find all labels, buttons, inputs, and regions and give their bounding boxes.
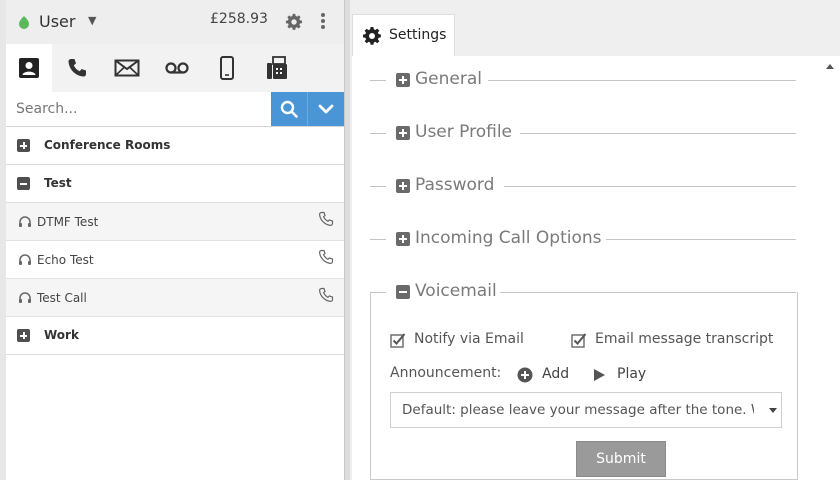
gear-icon <box>363 27 381 45</box>
settings-content: General User Profile Password Incoming C… <box>352 56 820 480</box>
checkbox-checked-icon[interactable] <box>390 332 406 348</box>
headset-icon <box>19 292 31 303</box>
email-transcript-option[interactable]: Email message transcript <box>571 330 781 350</box>
add-label: Add <box>542 366 570 382</box>
more-menu-icon[interactable] <box>319 11 327 31</box>
section-label: Incoming Call Options <box>415 228 602 248</box>
contact-list: Conference Rooms Test DTMF Test Echo Tes… <box>6 127 344 355</box>
collapse-icon[interactable] <box>17 177 30 190</box>
search-icon <box>280 100 298 118</box>
status-online-icon[interactable] <box>17 15 31 29</box>
caret-down-icon <box>769 408 777 413</box>
contact-name: DTMF Test <box>37 215 99 229</box>
play-announcement-button[interactable]: Play <box>594 366 654 386</box>
user-name[interactable]: User <box>39 12 75 31</box>
headset-icon <box>19 216 31 227</box>
checkbox-checked-icon[interactable] <box>571 332 587 348</box>
add-circle-icon <box>517 367 533 383</box>
group-label: Conference Rooms <box>44 138 171 152</box>
phone-icon <box>68 59 86 77</box>
chevron-down-icon <box>318 104 334 114</box>
add-announcement-button[interactable]: Add <box>517 366 577 386</box>
divider <box>488 80 796 81</box>
tab-label: Settings <box>389 27 447 43</box>
divider <box>370 80 386 81</box>
search-options-button[interactable] <box>307 92 344 126</box>
mobile-icon <box>220 56 234 80</box>
section-incoming-call-options[interactable]: Incoming Call Options <box>370 227 798 251</box>
divider <box>606 239 796 240</box>
scroll-up-icon[interactable] <box>826 64 834 69</box>
checkbox-label: Notify via Email <box>414 331 524 347</box>
tab-fax[interactable] <box>254 44 300 92</box>
contact-type-tabs <box>6 44 344 92</box>
announcement-label: Announcement: <box>390 365 502 381</box>
contact-name: Test Call <box>37 291 87 305</box>
tab-messages[interactable] <box>104 44 150 92</box>
app-window: User ▼ £258.93 Search... Conference Room… <box>0 0 840 480</box>
divider <box>370 133 386 134</box>
divider <box>520 133 796 134</box>
group-label: Work <box>44 328 79 342</box>
headset-icon <box>19 254 31 265</box>
section-general[interactable]: General <box>370 68 798 92</box>
group-test[interactable]: Test <box>6 165 344 203</box>
search-button[interactable] <box>271 92 307 126</box>
divider <box>370 186 386 187</box>
divider <box>370 239 386 240</box>
play-label: Play <box>617 366 647 382</box>
group-label: Test <box>44 176 72 190</box>
contact-name: Echo Test <box>37 253 94 267</box>
expand-icon[interactable] <box>17 139 30 152</box>
contact-row-test-call[interactable]: Test Call <box>6 279 344 317</box>
submit-button[interactable]: Submit <box>576 441 666 477</box>
tab-settings[interactable]: Settings <box>352 14 455 56</box>
account-balance: £258.93 <box>210 11 268 27</box>
section-label: Password <box>415 175 495 195</box>
scrollbar[interactable] <box>820 56 840 480</box>
contacts-panel: User ▼ £258.93 Search... Conference Room… <box>0 0 346 480</box>
settings-panel: Settings General User Profile Password I… <box>350 0 840 480</box>
play-icon <box>594 369 605 381</box>
tab-mobile[interactable] <box>204 44 250 92</box>
expand-icon[interactable] <box>17 329 30 342</box>
call-icon[interactable] <box>318 211 334 227</box>
expand-icon[interactable] <box>396 232 410 246</box>
section-label: User Profile <box>415 122 513 142</box>
fax-icon <box>267 56 287 79</box>
announcement-select[interactable]: Default: please leave your message after… <box>390 392 782 428</box>
contact-row-dtmf-test[interactable]: DTMF Test <box>6 203 344 241</box>
notify-email-option[interactable]: Notify via Email <box>390 330 540 350</box>
expand-icon[interactable] <box>396 126 410 140</box>
contact-search <box>6 92 344 127</box>
section-label: General <box>415 69 482 89</box>
expand-icon[interactable] <box>396 73 410 87</box>
announcement-selected-value: Default: please leave your message after… <box>402 402 754 418</box>
search-input[interactable] <box>6 92 271 126</box>
user-bar: User ▼ £258.93 <box>6 0 344 44</box>
section-password[interactable]: Password <box>370 174 798 198</box>
divider <box>504 186 796 187</box>
group-conference-rooms[interactable]: Conference Rooms <box>6 127 344 165</box>
mail-icon <box>114 59 140 77</box>
tab-calls[interactable] <box>54 44 100 92</box>
tab-contacts[interactable] <box>6 44 52 92</box>
expand-icon[interactable] <box>396 179 410 193</box>
chevron-down-icon[interactable]: ▼ <box>88 14 96 27</box>
gear-icon[interactable] <box>285 13 303 31</box>
group-work[interactable]: Work <box>6 317 344 355</box>
call-icon[interactable] <box>318 287 334 303</box>
contacts-icon <box>19 58 39 78</box>
contact-row-echo-test[interactable]: Echo Test <box>6 241 344 279</box>
checkbox-label: Email message transcript <box>595 331 774 347</box>
tab-voicemail[interactable] <box>154 44 200 92</box>
call-icon[interactable] <box>318 249 334 265</box>
section-user-profile[interactable]: User Profile <box>370 121 798 145</box>
voicemail-icon <box>165 62 189 74</box>
